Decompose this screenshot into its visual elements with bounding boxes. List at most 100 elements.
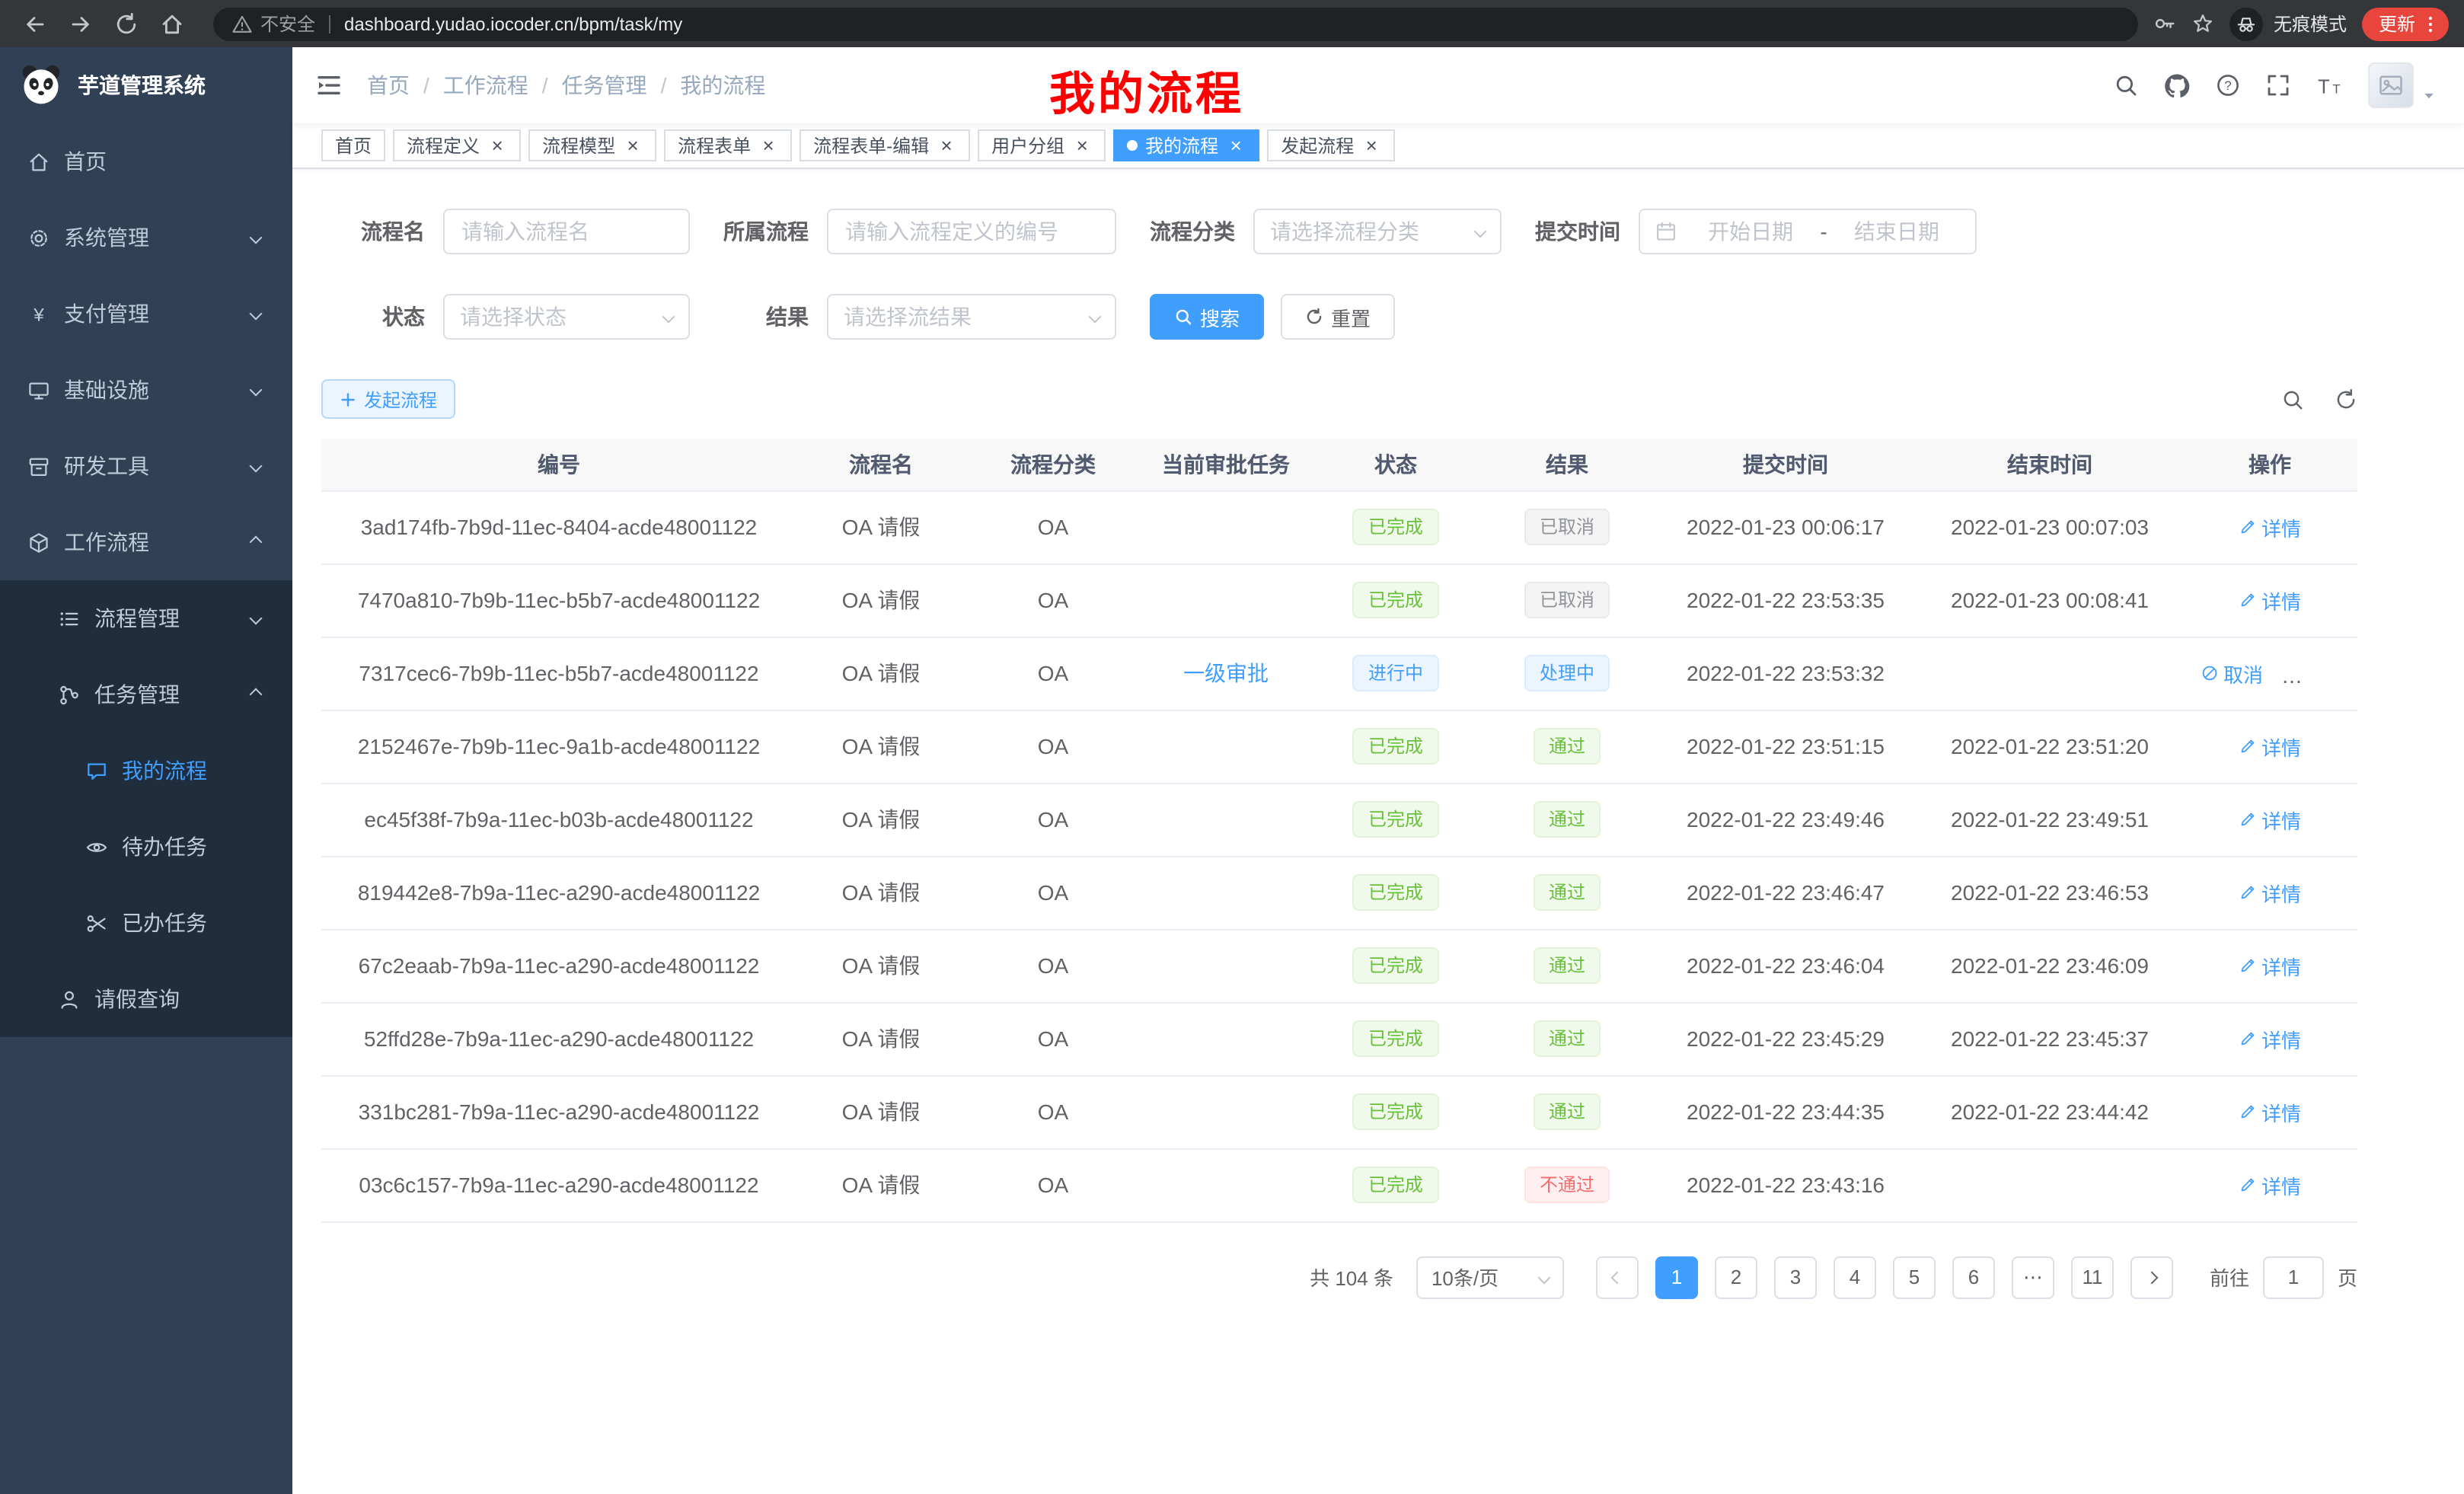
hamburger-icon[interactable]	[315, 72, 343, 99]
sidebar-item-devtools[interactable]: 研发工具	[0, 428, 292, 504]
browser-forward-icon[interactable]	[61, 4, 101, 43]
table-row: 7470a810-7b9b-11ec-b5b7-acde48001122OA 请…	[321, 563, 2357, 637]
result-label: 结果	[723, 302, 809, 332]
browser-back-icon[interactable]	[15, 4, 55, 43]
prev-page-button[interactable]	[1596, 1256, 1639, 1299]
tab-my-process[interactable]: 我的流程×	[1113, 129, 1259, 161]
cancel-action-link[interactable]: 取消	[2201, 659, 2263, 688]
sidebar-item-payment[interactable]: ¥支付管理	[0, 276, 292, 352]
table-row: 03c6c157-7b9a-11ec-a290-acde48001122OA 请…	[321, 1148, 2357, 1221]
logo[interactable]: 芋道管理系统	[0, 47, 292, 123]
chevron-down-icon	[250, 612, 263, 625]
tab-start-process[interactable]: 发起流程×	[1267, 129, 1395, 161]
result-badge: 已取消	[1524, 582, 1610, 618]
next-page-button[interactable]	[2130, 1256, 2173, 1299]
tab-process-definition[interactable]: 流程定义 ×	[393, 129, 521, 161]
date-start-placeholder: 开始日期	[1687, 216, 1814, 247]
category-select[interactable]: 请选择流程分类	[1253, 209, 1502, 254]
github-icon[interactable]	[2164, 72, 2190, 98]
search-icon[interactable]	[2114, 73, 2138, 97]
sidebar-item-done-tasks[interactable]: 已办任务	[0, 885, 292, 961]
page-button-11[interactable]: 11	[2071, 1256, 2114, 1298]
close-tab-icon[interactable]: ×	[623, 136, 643, 155]
breadcrumb-item[interactable]: 任务管理	[562, 70, 647, 101]
detail-action-link[interactable]: 详情	[2239, 1170, 2301, 1199]
status-label: 状态	[321, 302, 425, 332]
page-button-2[interactable]: 2	[1715, 1256, 1757, 1298]
sidebar-item-workflow[interactable]: 工作流程	[0, 504, 292, 580]
sidebar-item-infra[interactable]: 基础设施	[0, 352, 292, 428]
user-menu[interactable]	[2368, 62, 2437, 108]
sidebar-item-task-mgmt[interactable]: 任务管理	[0, 656, 292, 733]
detail-action-link[interactable]: 详情	[2239, 732, 2301, 761]
end-time	[1917, 637, 2182, 710]
status-badge: 已完成	[1353, 728, 1438, 765]
update-button[interactable]: 更新	[2362, 7, 2449, 40]
browser-home-icon[interactable]	[152, 4, 192, 43]
sidebar-item-home[interactable]: 首页	[0, 123, 292, 200]
breadcrumb-item[interactable]: 工作流程	[443, 70, 528, 101]
security-warning[interactable]: 不安全	[231, 11, 315, 37]
toggle-search-icon[interactable]	[2281, 388, 2304, 410]
tab-home[interactable]: 首页	[321, 129, 385, 161]
tab-process-form[interactable]: 流程表单×	[664, 129, 792, 161]
edit-icon	[2239, 956, 2257, 975]
caret-down-icon	[2421, 88, 2437, 104]
refresh-table-icon[interactable]	[2335, 388, 2357, 410]
close-tab-icon[interactable]: ×	[1226, 136, 1246, 155]
tab-label: 流程定义	[407, 132, 480, 158]
page-size-select[interactable]: 10条/页	[1416, 1256, 1564, 1299]
page-button-6[interactable]: 6	[1952, 1256, 1995, 1298]
status-badge: 已完成	[1353, 582, 1438, 618]
sidebar-item-leave-query[interactable]: 请假查询	[0, 961, 292, 1037]
sidebar-item-system[interactable]: 系统管理	[0, 200, 292, 276]
close-tab-icon[interactable]: ×	[1072, 136, 1092, 155]
sidebar-item-my-process[interactable]: 我的流程	[0, 733, 292, 809]
page-button-3[interactable]: 3	[1774, 1256, 1817, 1298]
fullscreen-icon[interactable]	[2266, 73, 2290, 97]
page-button-5[interactable]: 5	[1893, 1256, 1936, 1298]
close-tab-icon[interactable]: ×	[758, 136, 778, 155]
tab-user-group[interactable]: 用户分组×	[978, 129, 1106, 161]
search-button[interactable]: 搜索	[1150, 294, 1264, 340]
url-bar[interactable]: 不安全 dashboard.yudao.iocoder.cn/bpm/task/…	[213, 7, 2138, 40]
tab-process-model[interactable]: 流程模型×	[528, 129, 656, 161]
detail-action-link[interactable]: 详情	[2239, 805, 2301, 834]
sidebar-item-process-mgmt[interactable]: 流程管理	[0, 580, 292, 656]
detail-action-link[interactable]: 详情	[2239, 951, 2301, 980]
result-select[interactable]: 请选择流结果	[827, 294, 1116, 340]
key-icon[interactable]	[2153, 12, 2176, 35]
page-goto-input[interactable]	[2263, 1256, 2324, 1299]
submit-time: 2022-01-22 23:53:32	[1654, 637, 1917, 710]
close-tab-icon[interactable]: ×	[937, 136, 956, 155]
tab-process-form-edit[interactable]: 流程表单-编辑×	[800, 129, 970, 161]
process-def-input[interactable]	[827, 209, 1116, 254]
close-tab-icon[interactable]: ×	[1361, 136, 1381, 155]
current-task-link[interactable]: 一级审批	[1183, 661, 1269, 685]
detail-action-link[interactable]: 详情	[2239, 1097, 2301, 1126]
font-size-icon[interactable]: TT	[2316, 72, 2342, 98]
browser-reload-icon[interactable]	[107, 4, 146, 43]
status-cell: 已完成	[1311, 490, 1480, 563]
submit-time: 2022-01-22 23:49:46	[1654, 783, 1917, 856]
page-more-button[interactable]: ⋯	[2012, 1256, 2054, 1299]
avatar[interactable]	[2368, 62, 2414, 108]
breadcrumb-item[interactable]: 首页	[367, 70, 410, 101]
status-select[interactable]: 请选择状态	[443, 294, 690, 340]
search-icon	[1174, 308, 1192, 326]
bookmark-star-icon[interactable]	[2191, 12, 2214, 35]
date-range-picker[interactable]: 开始日期 - 结束日期	[1639, 209, 1977, 254]
help-icon[interactable]: ?	[2216, 73, 2240, 97]
detail-action-link[interactable]: 详情	[2239, 512, 2301, 541]
close-tab-icon[interactable]: ×	[487, 136, 507, 155]
page-button-1[interactable]: 1	[1655, 1256, 1698, 1298]
sidebar-item-todo-tasks[interactable]: 待办任务	[0, 809, 292, 885]
reset-button[interactable]: 重置	[1281, 294, 1395, 340]
detail-action-link[interactable]: 详情	[2239, 1024, 2301, 1053]
detail-action-link[interactable]: 详情	[2239, 586, 2301, 615]
page-button-4[interactable]: 4	[1834, 1256, 1876, 1298]
detail-action-link[interactable]: 详情	[2239, 878, 2301, 907]
start-process-button[interactable]: 发起流程	[321, 379, 455, 419]
kebab-menu-icon[interactable]	[2420, 13, 2441, 34]
process-name-input[interactable]	[443, 209, 690, 254]
